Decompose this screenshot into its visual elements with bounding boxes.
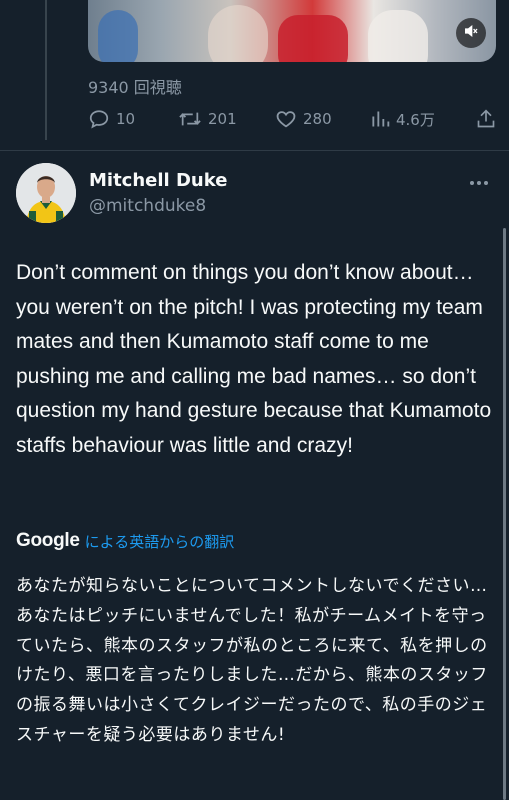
retweet-icon	[178, 108, 202, 130]
retweet-count: 201	[208, 110, 237, 128]
tweet-page: 9340 回視聴 10 201 280 4.6万 Mitchell Duke @…	[0, 0, 509, 800]
media-figure	[208, 5, 268, 62]
tweet-text: Don’t comment on things you don’t know a…	[16, 261, 492, 457]
tweet-divider	[0, 150, 509, 151]
views-button[interactable]: 4.6万	[370, 109, 435, 130]
share-icon	[476, 108, 496, 130]
reply-icon	[88, 108, 110, 130]
translation-attribution: Google による英語からの翻訳	[16, 530, 234, 552]
media-figure	[278, 15, 348, 62]
avatar[interactable]	[16, 163, 76, 223]
display-name[interactable]: Mitchell Duke	[89, 170, 227, 191]
more-dots-icon	[469, 171, 489, 190]
view-count-text: 9340 回視聴	[88, 78, 182, 97]
share-button[interactable]	[476, 108, 496, 130]
reply-count: 10	[116, 110, 136, 128]
video-media[interactable]	[88, 0, 496, 62]
tweet-actions-bar: 10 201 280 4.6万	[88, 106, 496, 132]
like-button[interactable]: 280	[275, 108, 332, 130]
thread-connector-line	[45, 0, 47, 140]
retweet-button[interactable]: 201	[178, 108, 237, 130]
mute-button[interactable]	[456, 18, 486, 48]
media-figure	[98, 10, 138, 62]
views-count: 4.6万	[396, 110, 435, 129]
heart-icon	[275, 108, 297, 130]
translated-tweet-text: あなたが知らないことについてコメントしないでください…あなたはピッチにいませんで…	[16, 576, 488, 745]
google-logo: Google	[16, 530, 80, 551]
bar-chart-icon	[370, 109, 390, 129]
like-count: 280	[303, 110, 332, 128]
more-options-button[interactable]	[467, 170, 491, 190]
translation-source-link[interactable]: による英語からの翻訳	[85, 531, 235, 552]
scrollbar[interactable]	[503, 228, 506, 800]
user-handle[interactable]: @mitchduke8	[89, 196, 206, 216]
speaker-muted-icon	[463, 23, 479, 43]
reply-button[interactable]: 10	[88, 108, 135, 130]
media-figure	[368, 10, 428, 62]
